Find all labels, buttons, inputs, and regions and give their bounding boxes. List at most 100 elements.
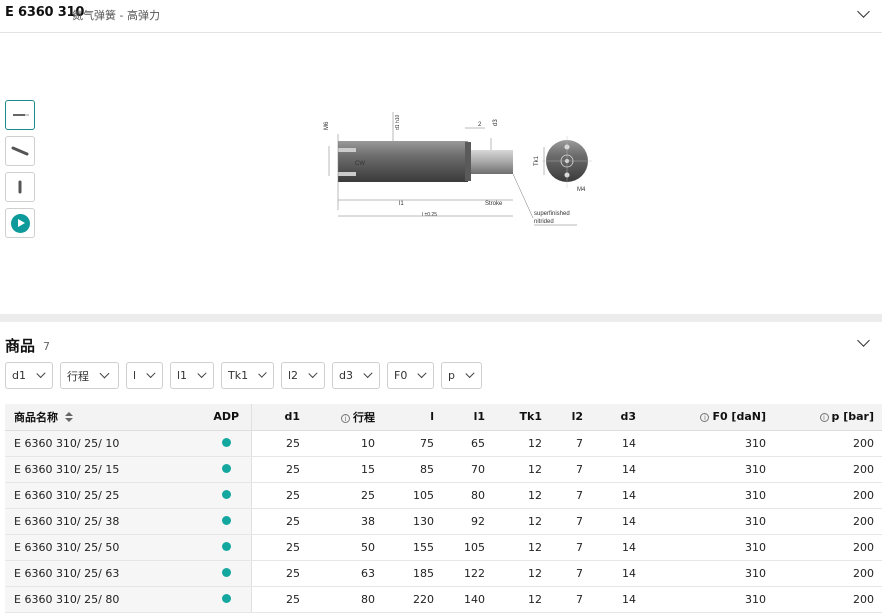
l-cell: 75 bbox=[383, 430, 442, 457]
chevron-down-icon bbox=[99, 368, 110, 379]
table-row[interactable]: E 6360 310/ 25/ 63 25 63 185 122 12 7 14 310 200 bbox=[5, 560, 882, 587]
product-name-cell[interactable]: E 6360 310/ 25/ 10 bbox=[5, 430, 202, 457]
technical-drawing: CW M6 d1 h10 2 d3 l1 Stroke l ±0.25 supe… bbox=[324, 112, 592, 226]
tk1-label: Tk1 bbox=[534, 155, 540, 166]
adp-cell bbox=[202, 534, 252, 561]
d1-cell: 25 bbox=[251, 586, 308, 613]
play-icon bbox=[11, 214, 30, 233]
l1-cell: 70 bbox=[442, 456, 493, 483]
column-header-l1: l1 bbox=[442, 404, 493, 431]
tk1-cell: 12 bbox=[493, 560, 550, 587]
filter-label: l bbox=[133, 369, 137, 382]
filter-label: d3 bbox=[339, 369, 353, 382]
d3-cell: 14 bbox=[591, 456, 644, 483]
d3-cell: 14 bbox=[591, 430, 644, 457]
products-table: 商品名称 ADP d1 i 行程 l l1 Tk1 l2 d3 i F0 [daN]… bbox=[5, 404, 882, 613]
column-header-d1: d1 bbox=[251, 404, 308, 431]
cylinder-upright-thumb-icon bbox=[18, 180, 22, 194]
product-name-cell[interactable]: E 6360 310/ 25/ 63 bbox=[5, 560, 202, 587]
filter-label: l2 bbox=[288, 369, 299, 382]
product-name-cell[interactable]: E 6360 310/ 25/ 25 bbox=[5, 482, 202, 509]
adp-status-dot-icon bbox=[221, 489, 231, 499]
d3-cell: 14 bbox=[591, 560, 644, 587]
filter-l2[interactable]: l2 bbox=[281, 362, 325, 389]
filter-stroke[interactable]: 行程 bbox=[60, 362, 119, 389]
info-icon[interactable]: i bbox=[700, 413, 710, 423]
table-row[interactable]: E 6360 310/ 25/ 10 25 10 75 65 12 7 14 310 200 bbox=[5, 430, 882, 457]
thumbnail-video[interactable] bbox=[5, 208, 35, 238]
table-row[interactable]: E 6360 310/ 25/ 50 25 50 155 105 12 7 14 310 200 bbox=[5, 534, 882, 561]
f0-cell: 310 bbox=[644, 534, 774, 561]
products-count: 7 bbox=[43, 340, 50, 353]
filter-f0[interactable]: F0 bbox=[387, 362, 434, 389]
filter-l[interactable]: l bbox=[126, 362, 163, 389]
d3-label: d3 bbox=[493, 119, 499, 126]
column-header-p: ip [bar] bbox=[774, 404, 882, 431]
stroke-cell: 15 bbox=[308, 456, 383, 483]
thumbnail-drawing[interactable] bbox=[5, 100, 35, 130]
chevron-down-icon bbox=[258, 369, 267, 378]
p-cell: 200 bbox=[774, 534, 882, 561]
l2-cell: 7 bbox=[550, 534, 591, 561]
filter-label: p bbox=[448, 369, 455, 382]
chevron-down-icon bbox=[146, 368, 156, 379]
table-row[interactable]: E 6360 310/ 25/ 38 25 38 130 92 12 7 14 310 200 bbox=[5, 508, 882, 535]
filter-bar: d1 行程 l l1 Tk1 l2 d3 F0 p bbox=[5, 362, 482, 389]
l2-cell: 7 bbox=[550, 456, 591, 483]
d3-cell: 14 bbox=[591, 482, 644, 509]
sort-icon[interactable] bbox=[65, 412, 73, 423]
image-thumbnails bbox=[5, 100, 35, 244]
drawing-thumb-icon bbox=[13, 114, 29, 116]
chevron-down-icon bbox=[417, 369, 427, 378]
l-cell: 155 bbox=[383, 534, 442, 561]
adp-cell bbox=[202, 430, 252, 457]
filter-tk1[interactable]: Tk1 bbox=[221, 362, 274, 389]
adp-cell bbox=[202, 560, 252, 587]
d3-cell: 14 bbox=[591, 508, 644, 535]
two-label: 2 bbox=[478, 122, 482, 128]
d3-cell: 14 bbox=[591, 586, 644, 613]
thumbnail-side-view[interactable] bbox=[5, 136, 35, 166]
tk1-cell: 12 bbox=[493, 586, 550, 613]
l1-cell: 140 bbox=[442, 586, 493, 613]
filter-l1[interactable]: l1 bbox=[170, 362, 214, 389]
p-cell: 200 bbox=[774, 430, 882, 457]
table-row[interactable]: E 6360 310/ 25/ 25 25 25 105 80 12 7 14 310 200 bbox=[5, 482, 882, 509]
l2-cell: 7 bbox=[550, 482, 591, 509]
tk1-cell: 12 bbox=[493, 430, 550, 457]
info-icon[interactable]: i bbox=[341, 413, 350, 423]
filter-p[interactable]: p bbox=[441, 362, 482, 389]
filter-d3[interactable]: d3 bbox=[332, 362, 380, 389]
product-header: E 6360 310 氮气弹簧 - 高弹力 bbox=[0, 0, 882, 33]
m6-label: M6 bbox=[324, 121, 330, 130]
d1-cell: 25 bbox=[251, 560, 308, 587]
chevron-down-icon bbox=[363, 368, 373, 379]
collapse-header-chevron-icon[interactable] bbox=[857, 5, 870, 18]
tk1-cell: 12 bbox=[493, 508, 550, 535]
product-description: 氮气弹簧 - 高弹力 bbox=[72, 9, 160, 22]
l2-cell: 7 bbox=[550, 560, 591, 587]
stroke-cell: 50 bbox=[308, 534, 383, 561]
table-row[interactable]: E 6360 310/ 25/ 15 25 15 85 70 12 7 14 310 200 bbox=[5, 456, 882, 483]
filter-label: l1 bbox=[177, 369, 188, 382]
d1-label: d1 h10 bbox=[395, 114, 401, 130]
thumbnail-upright-view[interactable] bbox=[5, 172, 35, 202]
collapse-products-chevron-icon[interactable] bbox=[857, 334, 870, 347]
product-name-cell[interactable]: E 6360 310/ 25/ 15 bbox=[5, 456, 202, 483]
product-name-cell[interactable]: E 6360 310/ 25/ 80 bbox=[5, 586, 202, 613]
adp-status-dot-icon bbox=[221, 541, 231, 551]
product-name-cell[interactable]: E 6360 310/ 25/ 38 bbox=[5, 508, 202, 535]
column-header-name[interactable]: 商品名称 bbox=[5, 404, 202, 431]
p-cell: 200 bbox=[774, 482, 882, 509]
filter-label: 行程 bbox=[67, 369, 89, 383]
adp-cell bbox=[202, 456, 252, 483]
d1-cell: 25 bbox=[251, 508, 308, 535]
filter-d1[interactable]: d1 bbox=[5, 362, 53, 389]
stroke-cell: 80 bbox=[308, 586, 383, 613]
l2-cell: 7 bbox=[550, 586, 591, 613]
info-icon[interactable]: i bbox=[819, 413, 829, 423]
adp-cell bbox=[202, 508, 252, 535]
f0-cell: 310 bbox=[644, 586, 774, 613]
product-name-cell[interactable]: E 6360 310/ 25/ 50 bbox=[5, 534, 202, 561]
table-row[interactable]: E 6360 310/ 25/ 80 25 80 220 140 12 7 14 310 200 bbox=[5, 586, 882, 613]
